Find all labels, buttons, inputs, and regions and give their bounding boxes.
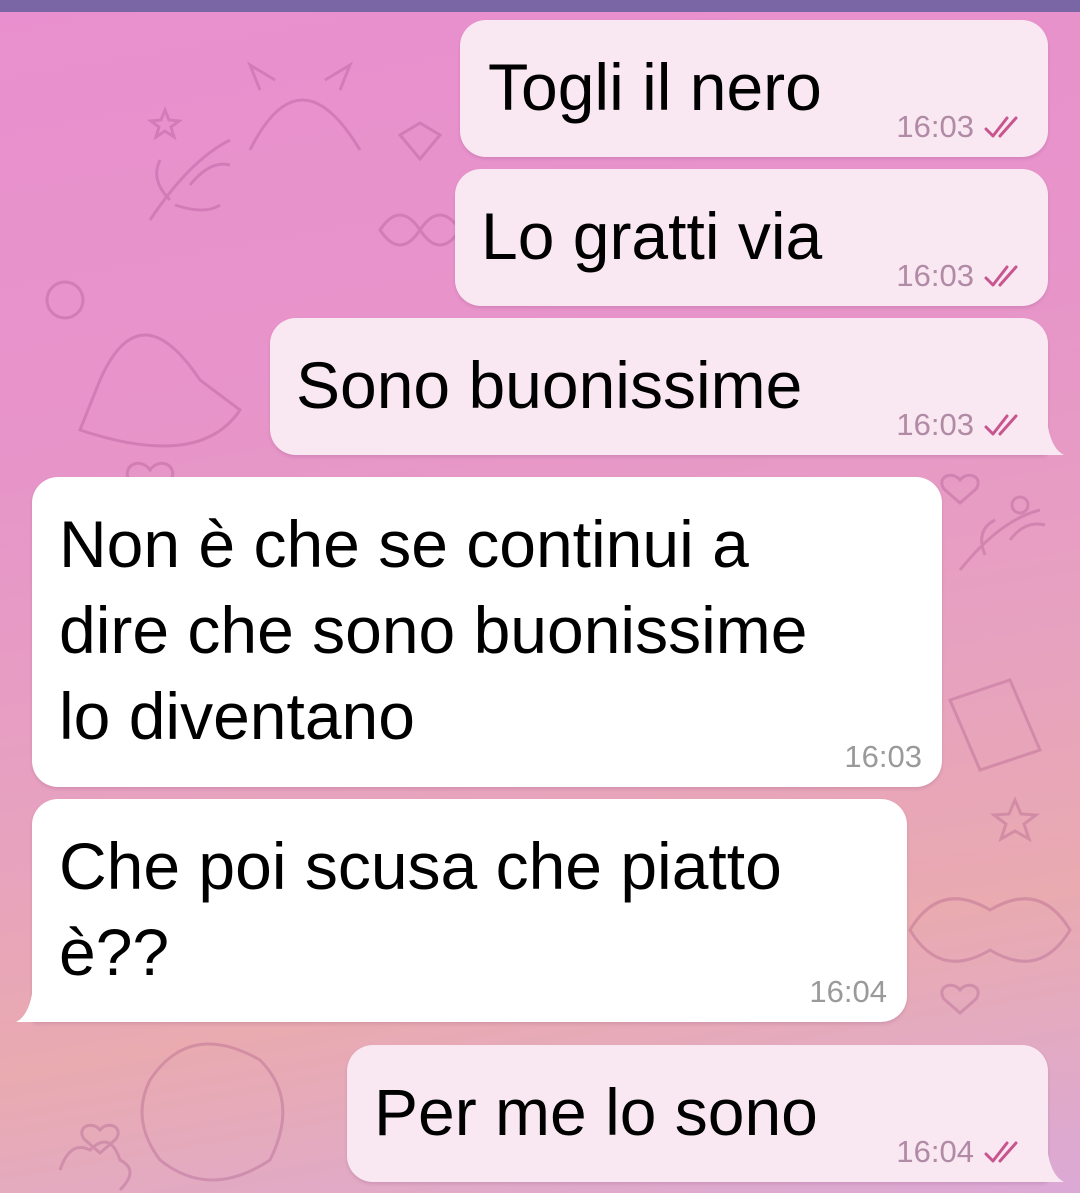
gift-doodle bbox=[947, 678, 1043, 772]
bubble-tail bbox=[16, 994, 42, 1022]
star-doodle bbox=[147, 105, 183, 141]
message-text: Lo gratti via bbox=[481, 199, 823, 273]
message-meta: 16:03 bbox=[896, 258, 1028, 294]
message-time: 16:04 bbox=[896, 1134, 974, 1169]
bubble-tail bbox=[1038, 1154, 1064, 1182]
bag-doodle bbox=[78, 333, 243, 448]
message-text: Che poi scusa che piatto è?? bbox=[59, 829, 782, 989]
message-text: Sono buonissime bbox=[296, 348, 803, 422]
leaf-doodle bbox=[148, 138, 231, 221]
message-time: 16:03 bbox=[896, 109, 974, 144]
message-meta: 16:03 bbox=[896, 109, 1028, 145]
message-meta: 16:04 bbox=[896, 1134, 1028, 1170]
incoming-message-bubble[interactable]: Non è che se continui a dire che sono bu… bbox=[32, 477, 942, 787]
message-time: 16:03 bbox=[896, 407, 974, 442]
message-meta: 16:03 bbox=[896, 407, 1028, 443]
bubble-tail bbox=[1038, 427, 1064, 455]
double-check-icon bbox=[984, 116, 1018, 138]
dot-doodle bbox=[1010, 495, 1030, 515]
heart-doodle bbox=[940, 983, 980, 1015]
incoming-message-bubble[interactable]: Che poi scusa che piatto è?? 16:04 bbox=[32, 799, 907, 1022]
double-check-icon bbox=[984, 1141, 1018, 1163]
message-time: 16:04 bbox=[809, 974, 887, 1009]
message-text: Togli il nero bbox=[488, 50, 822, 124]
teddy-doodle bbox=[140, 1042, 285, 1182]
message-meta: 16:04 bbox=[809, 974, 887, 1010]
headband-doodle bbox=[246, 61, 362, 151]
outgoing-message-bubble[interactable]: Togli il nero 16:03 bbox=[460, 20, 1048, 157]
message-text: Non è che se continui a dire che sono bu… bbox=[59, 507, 808, 753]
outgoing-message-bubble[interactable]: Sono buonissime 16:03 bbox=[270, 318, 1048, 455]
diamond-doodle bbox=[397, 121, 443, 162]
double-check-icon bbox=[984, 414, 1018, 436]
leaf-doodle bbox=[958, 508, 1046, 571]
star-doodle bbox=[989, 796, 1041, 843]
outgoing-message-bubble[interactable]: Lo gratti via 16:03 bbox=[455, 169, 1048, 306]
message-text: Per me lo sono bbox=[374, 1075, 818, 1149]
heart-doodle bbox=[940, 473, 980, 505]
message-meta: 16:03 bbox=[844, 739, 922, 775]
bow-doodle bbox=[378, 213, 462, 247]
mask-doodle bbox=[908, 897, 1072, 963]
outgoing-message-bubble[interactable]: Per me lo sono 16:04 bbox=[347, 1045, 1048, 1182]
message-time: 16:03 bbox=[844, 739, 922, 774]
double-check-icon bbox=[984, 265, 1018, 287]
message-time: 16:03 bbox=[896, 258, 974, 293]
rose-doodle bbox=[45, 280, 85, 320]
